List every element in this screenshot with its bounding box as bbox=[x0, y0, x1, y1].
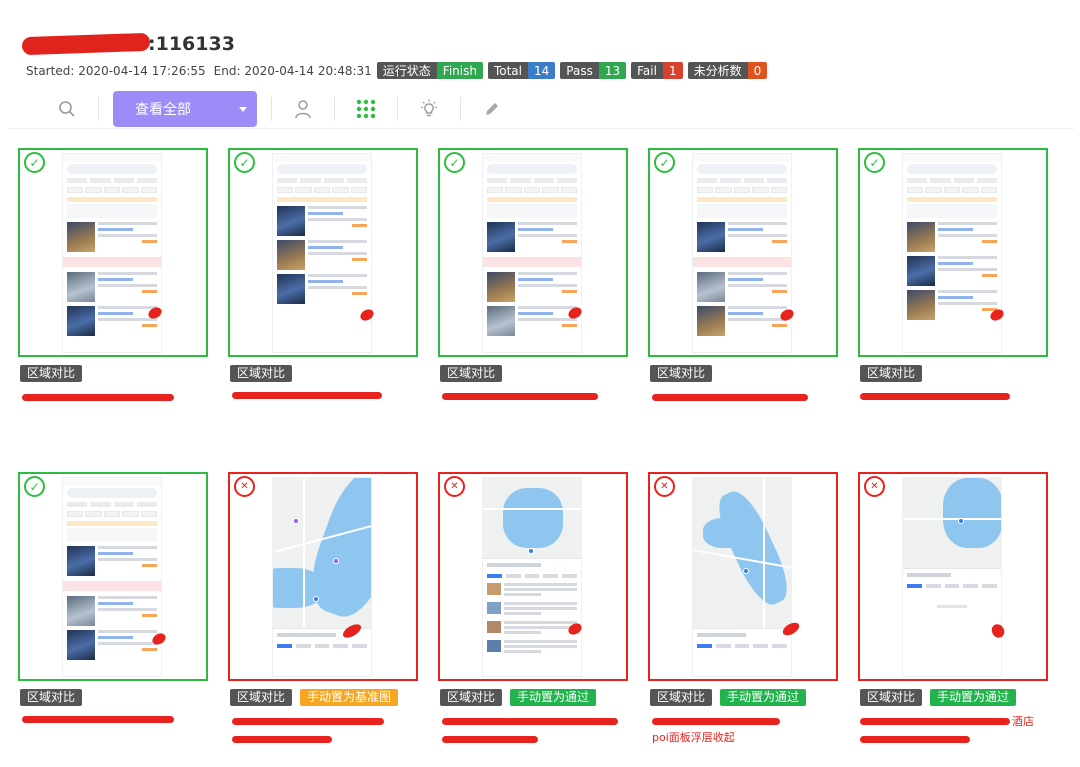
result-card[interactable]: ✓ bbox=[18, 148, 208, 357]
check-icon: ✓ bbox=[444, 152, 465, 173]
manual-pass-tag[interactable]: 手动置为通过 bbox=[930, 689, 1017, 706]
card-tags: 区域对比 手动置为通过 bbox=[860, 689, 1017, 706]
result-card[interactable]: ✕ bbox=[648, 472, 838, 681]
unanalyzed-badge: 未分析数 0 bbox=[687, 62, 768, 79]
close-icon: ✕ bbox=[654, 476, 675, 497]
manual-pass-tag[interactable]: 手动置为通过 bbox=[510, 689, 597, 706]
screenshot-thumbnail[interactable] bbox=[482, 477, 582, 677]
divider bbox=[98, 97, 99, 121]
screenshot-thumbnail[interactable] bbox=[272, 153, 372, 353]
region-compare-tag[interactable]: 区域对比 bbox=[860, 365, 923, 382]
divider bbox=[460, 97, 461, 121]
search-icon[interactable] bbox=[50, 92, 84, 126]
redaction-mark bbox=[21, 32, 151, 56]
set-baseline-tag[interactable]: 手动置为基准图 bbox=[300, 689, 399, 706]
end-label: End: bbox=[213, 63, 241, 78]
pass-badge: Pass 13 bbox=[560, 62, 627, 79]
redacted-description bbox=[442, 393, 598, 400]
screenshot-thumbnail[interactable] bbox=[272, 477, 372, 677]
toolbar-divider bbox=[8, 128, 1074, 129]
status-badge: 运行状态 Finish bbox=[376, 62, 483, 79]
card-tags: 区域对比 bbox=[650, 365, 713, 382]
divider bbox=[397, 97, 398, 121]
region-compare-tag[interactable]: 区域对比 bbox=[860, 689, 923, 706]
toolbar: 查看全部 bbox=[50, 90, 509, 128]
region-compare-tag[interactable]: 区域对比 bbox=[230, 689, 293, 706]
started-label: Started: bbox=[26, 63, 75, 78]
screenshot-thumbnail[interactable] bbox=[62, 153, 162, 353]
check-icon: ✓ bbox=[864, 152, 885, 173]
check-icon: ✓ bbox=[234, 152, 255, 173]
bulb-icon[interactable] bbox=[412, 92, 446, 126]
card-description: poi面板浮层收起 bbox=[652, 731, 735, 744]
result-card[interactable]: ✕ bbox=[438, 472, 628, 681]
result-card[interactable]: ✕ bbox=[858, 472, 1048, 681]
end-value: 2020-04-14 20:48:31 bbox=[244, 63, 372, 78]
card-tags: 区域对比 bbox=[20, 689, 83, 706]
check-icon: ✓ bbox=[24, 476, 45, 497]
view-all-label: 查看全部 bbox=[135, 102, 191, 118]
card-tags: 区域对比 bbox=[20, 365, 83, 382]
fail-badge: Fail 1 bbox=[631, 62, 683, 79]
result-card[interactable]: ✓ bbox=[228, 148, 418, 357]
region-compare-tag[interactable]: 区域对比 bbox=[440, 689, 503, 706]
redacted-description bbox=[232, 736, 332, 743]
run-meta: Started: 2020-04-14 17:26:55 End: 2020-0… bbox=[26, 62, 768, 79]
card-tags: 区域对比 手动置为基准图 bbox=[230, 689, 399, 706]
redacted-description bbox=[232, 718, 384, 725]
redacted-description bbox=[22, 394, 174, 401]
close-icon: ✕ bbox=[234, 476, 255, 497]
result-card[interactable]: ✕ bbox=[228, 472, 418, 681]
check-icon: ✓ bbox=[24, 152, 45, 173]
screenshot-thumbnail[interactable] bbox=[692, 477, 792, 677]
redacted-description bbox=[442, 718, 618, 725]
divider bbox=[271, 97, 272, 121]
screenshot-thumbnail[interactable] bbox=[902, 477, 1002, 677]
card-tags: 区域对比 bbox=[230, 365, 293, 382]
result-card[interactable]: ✓ bbox=[18, 472, 208, 681]
close-icon: ✕ bbox=[444, 476, 465, 497]
view-all-dropdown[interactable]: 查看全部 bbox=[113, 91, 257, 127]
page-title: :116133 bbox=[21, 30, 235, 58]
user-icon[interactable] bbox=[286, 92, 320, 126]
region-compare-tag[interactable]: 区域对比 bbox=[650, 689, 713, 706]
check-icon: ✓ bbox=[654, 152, 675, 173]
divider bbox=[334, 97, 335, 121]
screenshot-thumbnail[interactable] bbox=[482, 153, 582, 353]
screenshot-thumbnail[interactable] bbox=[902, 153, 1002, 353]
grid-icon[interactable] bbox=[349, 92, 383, 126]
card-tags: 区域对比 手动置为通过 bbox=[440, 689, 597, 706]
screenshot-thumbnail[interactable] bbox=[692, 153, 792, 353]
region-compare-tag[interactable]: 区域对比 bbox=[440, 365, 503, 382]
redacted-description bbox=[442, 736, 538, 743]
region-compare-tag[interactable]: 区域对比 bbox=[20, 689, 83, 706]
result-card[interactable]: ✓ bbox=[648, 148, 838, 357]
result-card[interactable]: ✓ bbox=[858, 148, 1048, 357]
pen-icon[interactable] bbox=[475, 92, 509, 126]
close-icon: ✕ bbox=[864, 476, 885, 497]
redacted-description bbox=[652, 718, 780, 725]
started-value: 2020-04-14 17:26:55 bbox=[78, 63, 206, 78]
total-badge: Total 14 bbox=[487, 62, 556, 79]
card-tags: 区域对比 手动置为通过 bbox=[650, 689, 807, 706]
redacted-description bbox=[860, 393, 1010, 400]
card-tags: 区域对比 bbox=[440, 365, 503, 382]
manual-pass-tag[interactable]: 手动置为通过 bbox=[720, 689, 807, 706]
redacted-description bbox=[22, 716, 174, 723]
redacted-description bbox=[232, 392, 382, 399]
task-id: :116133 bbox=[148, 33, 235, 55]
card-tags: 区域对比 bbox=[860, 365, 923, 382]
region-compare-tag[interactable]: 区域对比 bbox=[650, 365, 713, 382]
screenshot-thumbnail[interactable] bbox=[62, 477, 162, 677]
redacted-description bbox=[860, 718, 1010, 725]
caret-down-icon bbox=[239, 107, 247, 112]
redacted-description bbox=[860, 736, 970, 743]
redacted-description bbox=[652, 394, 808, 401]
result-card[interactable]: ✓ bbox=[438, 148, 628, 357]
region-compare-tag[interactable]: 区域对比 bbox=[20, 365, 83, 382]
card-description: 酒店 bbox=[1012, 715, 1034, 728]
region-compare-tag[interactable]: 区域对比 bbox=[230, 365, 293, 382]
